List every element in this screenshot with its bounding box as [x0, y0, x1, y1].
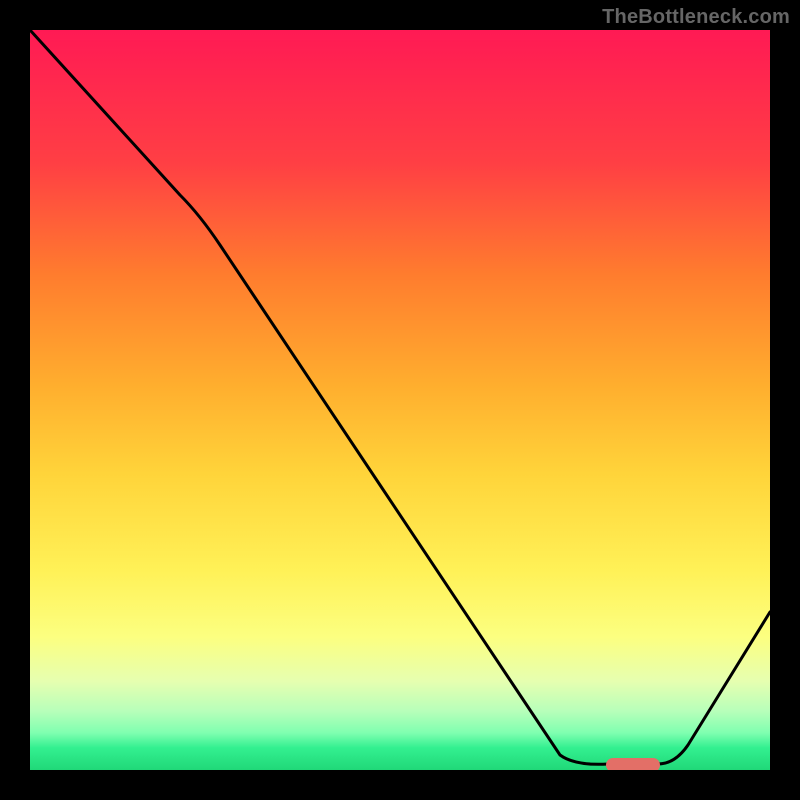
plot-area — [30, 30, 770, 770]
x-axis — [0, 770, 800, 800]
y-axis — [0, 0, 30, 800]
watermark-text: TheBottleneck.com — [602, 6, 790, 29]
chart-container: TheBottleneck.com — [0, 0, 800, 800]
